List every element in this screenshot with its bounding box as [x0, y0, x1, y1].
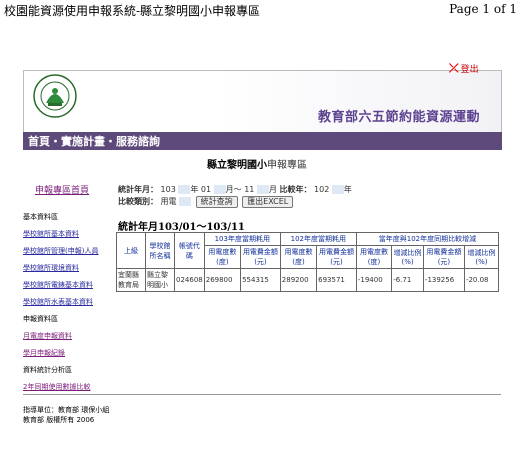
month-from-field[interactable]	[213, 185, 226, 194]
year-from-value: 103	[160, 185, 176, 194]
sidebar-link-staff[interactable]: 學校館所管理(申報)人員	[23, 243, 113, 260]
sidebar-home-link[interactable]: 申報專區首頁	[35, 183, 113, 200]
nav-item-home[interactable]: 首頁	[28, 135, 50, 148]
cell-code: 024608	[174, 268, 205, 292]
print-page-number: Page 1 of 1	[449, 2, 517, 16]
month-range-unit: 月～	[225, 185, 242, 194]
sub-header: 用電度數(度)	[203, 245, 242, 269]
sidebar-section-basic: 基本資料區	[23, 213, 58, 221]
sidebar-link-water[interactable]: 學校館所水表基本資料	[23, 294, 113, 311]
nav-separator: ・	[50, 135, 61, 148]
category-label: 比較類別：	[118, 197, 158, 206]
cell-value: 693571	[316, 268, 357, 292]
cell-value: -20.08	[463, 268, 500, 292]
footer: 指導單位：教育部 環保小組 教育部 版權所有 2006	[23, 405, 109, 425]
cell-value: 289200	[279, 268, 318, 292]
nav-item-plan[interactable]: 實施計畫	[61, 135, 105, 148]
month-to-field[interactable]	[256, 185, 269, 194]
school-suffix: 申報專區	[267, 160, 307, 171]
sub-header: 用電度數(度)	[355, 245, 393, 269]
sub-header: 增減比例(%)	[463, 245, 500, 269]
month-to-unit: 月	[268, 185, 277, 194]
month-to-value: 11	[244, 185, 255, 194]
sidebar-link-monthly[interactable]: 月電度申報資料	[23, 328, 113, 345]
cell-level: 宜蘭縣教育局	[116, 268, 146, 292]
logout-label: 登出	[460, 65, 479, 75]
compare-year-value: 102	[314, 185, 330, 194]
sub-header: 增減比例(%)	[391, 245, 424, 269]
school-name: 縣立黎明國小	[207, 160, 267, 171]
cell-value: -139256	[422, 268, 465, 292]
nav-separator: ・	[105, 135, 116, 148]
cell-school: 縣立黎明國小	[145, 268, 175, 292]
school-title: 縣立黎明國小申報專區	[207, 156, 307, 171]
export-excel-button[interactable]: 匯出EXCEL	[242, 196, 294, 208]
footer-copyright: 教育部 版權所有 2006	[23, 416, 95, 424]
nav-item-service[interactable]: 服務諮詢	[116, 135, 160, 148]
query-button[interactable]: 統計查詢	[195, 196, 238, 208]
footer-guidance: 指導單位：教育部 環保小組	[23, 406, 110, 414]
sub-header: 用電費金額(元)	[316, 245, 357, 269]
col-level: 上級	[116, 232, 146, 269]
cell-value: -19400	[355, 268, 393, 292]
year-unit: 年	[190, 185, 199, 194]
month-from-value: 01	[200, 185, 212, 194]
campaign-title: 教育部六五節約能資源運動	[318, 110, 481, 125]
year-from-field[interactable]	[178, 185, 191, 194]
compare-year-label: 比較年：	[279, 185, 312, 194]
print-header-title: 校園能資源使用申報系統-縣立黎明國小申報專區	[4, 4, 261, 18]
ministry-logo	[32, 73, 78, 119]
sidebar: 申報專區首頁 基本資料區 學校館所基本資料 學校館所管理(申報)人員 學校館所環…	[23, 183, 113, 396]
sub-header: 用電費金額(元)	[240, 245, 281, 269]
category-value: 用電	[160, 197, 177, 206]
col-group-compare: 當年度與102年度同期比較增減	[355, 232, 500, 246]
footer-divider	[23, 394, 501, 395]
sub-header: 用電度數(度)	[279, 245, 318, 269]
category-select[interactable]	[179, 197, 192, 206]
col-code: 帳號代碼	[174, 232, 205, 269]
col-group-103: 103年度當期耗用	[203, 232, 281, 246]
sidebar-link-environment[interactable]: 學校館所環境資料	[23, 260, 113, 277]
energy-table: 上級 學校館所名稱 帳號代碼 103年度當期耗用 102年度當期耗用 當年度與1…	[116, 232, 500, 292]
stats-month-label: 統計年月：	[118, 185, 158, 194]
logout-icon: ⤫	[449, 61, 459, 75]
logout-link[interactable]: ⤫ 登出	[449, 61, 479, 76]
compare-year-unit: 年	[343, 185, 352, 194]
table-row: 宜蘭縣教育局 縣立黎明國小 024608 269800 554315 28920…	[116, 268, 500, 292]
sidebar-section-stats: 資料統計分析區	[23, 366, 72, 374]
cell-value: -6.71	[391, 268, 424, 292]
col-school: 學校館所名稱	[145, 232, 175, 269]
cell-value: 554315	[240, 268, 281, 292]
col-group-102: 102年度當期耗用	[279, 232, 357, 246]
sidebar-link-records[interactable]: 學月申報紀錄	[23, 345, 113, 362]
compare-year-field[interactable]	[331, 185, 344, 194]
cell-value: 269800	[203, 268, 242, 292]
nav-menu: 首頁・實施計畫・服務諮詢	[28, 133, 160, 149]
sidebar-link-meter[interactable]: 學校館所電錶基本資料	[23, 277, 113, 294]
sidebar-section-report: 申報資料區	[23, 315, 58, 323]
period-title: 統計年月103/01～103/11	[118, 222, 245, 233]
sidebar-link-basic-info[interactable]: 學校館所基本資料	[23, 226, 113, 243]
sub-header: 用電費金額(元)	[422, 245, 465, 269]
filter-panel: 統計年月： 103 年 01 月～ 11 月 比較年： 102 年 比較類別： …	[118, 184, 352, 208]
